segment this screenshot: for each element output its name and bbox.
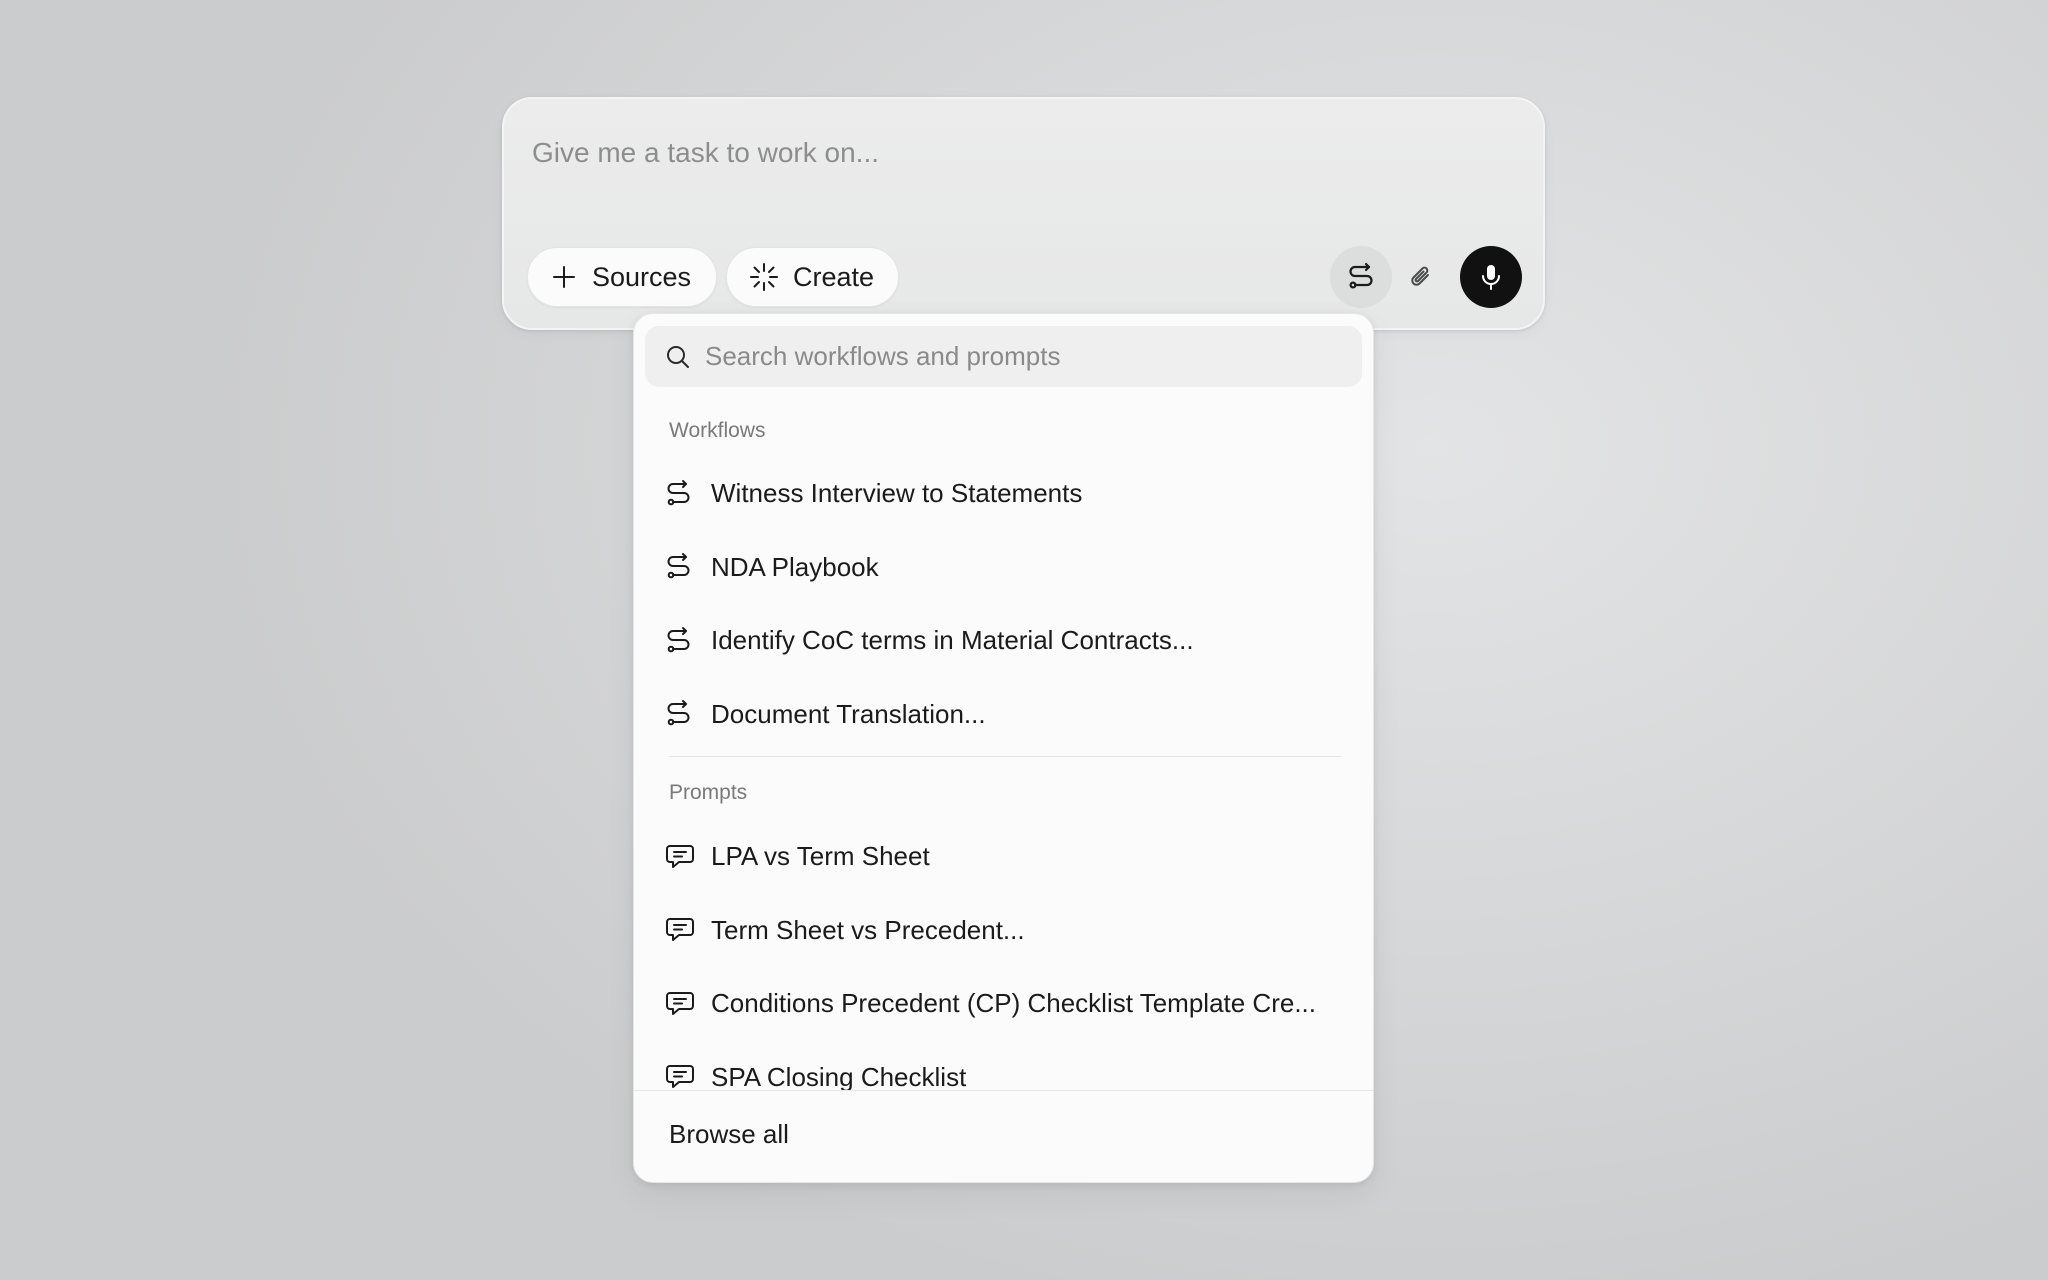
browse-all-link[interactable]: Browse all — [669, 1119, 789, 1150]
workflow-icon — [1347, 262, 1375, 292]
create-button[interactable]: Create — [726, 247, 899, 307]
workflow-item[interactable]: Document Translation... — [634, 678, 1373, 752]
workflow-icon — [665, 552, 695, 582]
workflow-item-label: Witness Interview to Statements — [711, 478, 1083, 509]
prompt-item-label: Term Sheet vs Precedent... — [711, 914, 1025, 945]
prompt-item[interactable]: LPA vs Term Sheet — [634, 820, 1373, 894]
paperclip-icon — [1407, 262, 1435, 292]
chat-bubble-icon — [665, 916, 695, 944]
workflow-item-label: NDA Playbook — [711, 551, 879, 582]
prompts-heading: Prompts — [669, 781, 748, 804]
workflows-heading: Workflows — [669, 419, 766, 442]
chat-bubble-icon — [665, 990, 695, 1018]
workflow-item[interactable]: NDA Playbook — [634, 531, 1373, 605]
workflow-item-label: Identify CoC terms in Material Contracts… — [711, 625, 1194, 656]
sources-button[interactable]: Sources — [527, 247, 717, 307]
search-field[interactable] — [645, 326, 1362, 387]
prompt-item[interactable]: SPA Closing Checklist — [634, 1041, 1373, 1090]
microphone-icon — [1477, 262, 1505, 292]
section-divider — [669, 756, 1341, 757]
workflow-item-label: Document Translation... — [711, 698, 986, 729]
prompt-item-label: Conditions Precedent (CP) Checklist Temp… — [711, 988, 1316, 1019]
sources-label: Sources — [592, 261, 692, 292]
plus-icon — [552, 265, 576, 289]
prompt-item[interactable]: Term Sheet vs Precedent... — [634, 894, 1373, 968]
workflow-icon — [665, 626, 695, 656]
attach-button[interactable] — [1390, 246, 1452, 308]
workflow-item[interactable]: Witness Interview to Statements — [634, 457, 1373, 531]
sparkle-loader-icon — [749, 262, 779, 292]
workflows-prompts-dropdown: Workflows Witness Interview to Statement… — [633, 313, 1374, 1183]
microphone-button[interactable] — [1460, 246, 1522, 308]
create-label: Create — [793, 261, 875, 292]
chat-bubble-icon — [665, 843, 695, 871]
prompt-item-label: LPA vs Term Sheet — [711, 841, 930, 872]
workflow-icon — [665, 699, 695, 729]
workflows-button[interactable] — [1330, 246, 1392, 308]
workflows-list: Witness Interview to Statements NDA Play… — [634, 457, 1373, 752]
dropdown-scroll-area[interactable]: Workflows Witness Interview to Statement… — [634, 314, 1373, 1090]
search-icon — [665, 344, 691, 370]
prompts-list: LPA vs Term Sheet Term Sheet vs Preceden… — [634, 820, 1373, 1090]
dropdown-footer: Browse all — [634, 1090, 1373, 1182]
task-input[interactable] — [532, 133, 1492, 173]
task-composer: Sources Create — [502, 97, 1545, 330]
chat-bubble-icon — [665, 1063, 695, 1090]
search-input[interactable] — [705, 341, 1345, 372]
workflow-icon — [665, 479, 695, 509]
prompt-item[interactable]: Conditions Precedent (CP) Checklist Temp… — [634, 967, 1373, 1041]
prompt-item-label: SPA Closing Checklist — [711, 1061, 967, 1090]
workflow-item[interactable]: Identify CoC terms in Material Contracts… — [634, 604, 1373, 678]
